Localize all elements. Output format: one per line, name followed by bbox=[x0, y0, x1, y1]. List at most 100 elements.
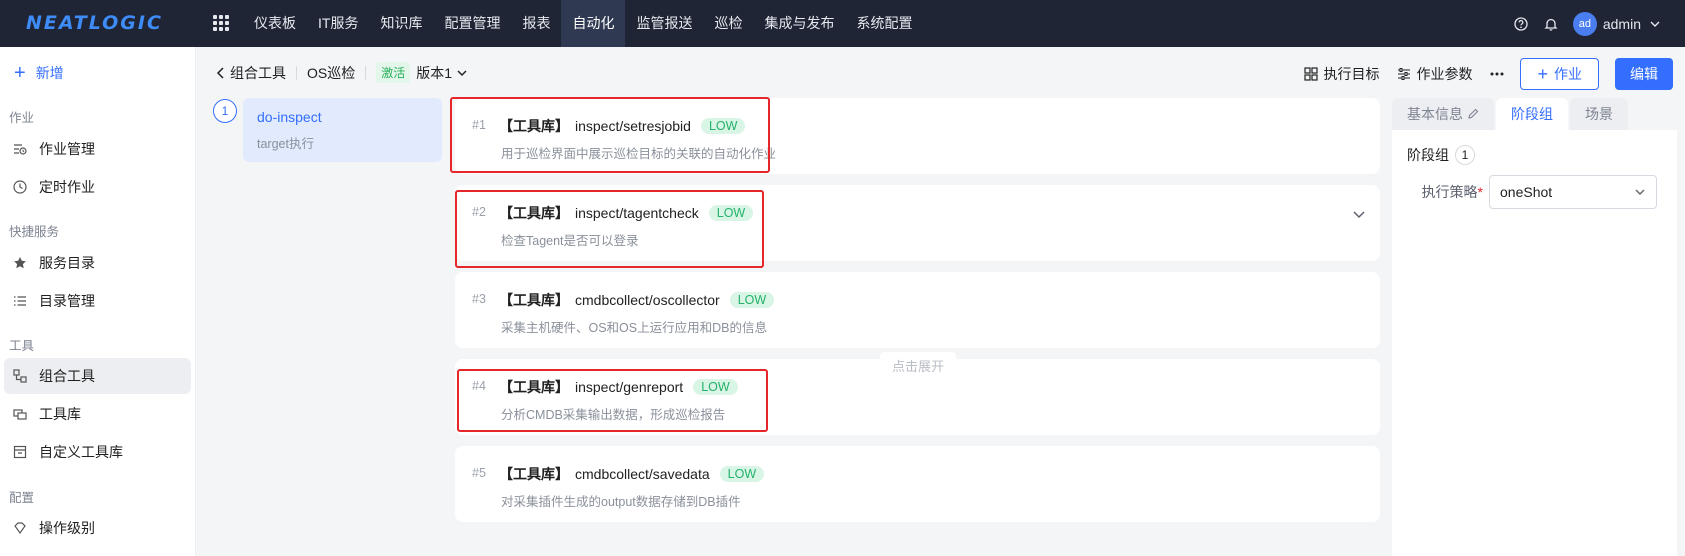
header-actions: 执行目标 作业参数 + 作业 编辑 bbox=[1304, 58, 1673, 90]
tool-library-icon bbox=[13, 409, 27, 420]
tab-basic-info[interactable]: 基本信息 bbox=[1392, 98, 1494, 130]
sidebar-group-title: 工具 bbox=[9, 339, 35, 353]
sidebar-item-label: 服务目录 bbox=[39, 255, 95, 271]
stage-group-header: 阶段组 1 bbox=[1407, 145, 1662, 165]
more-icon[interactable] bbox=[1490, 72, 1504, 76]
nav-it-service[interactable]: IT服务 bbox=[307, 0, 369, 47]
nav-inspection[interactable]: 巡检 bbox=[703, 0, 753, 47]
job-list-icon bbox=[14, 144, 27, 155]
list-icon bbox=[14, 296, 26, 306]
stage-index-badge: 1 bbox=[213, 99, 237, 123]
add-job-button[interactable]: + 作业 bbox=[1520, 58, 1599, 90]
stage-card[interactable]: do-inspect target执行 bbox=[243, 98, 442, 162]
tab-stage-group[interactable]: 阶段组 bbox=[1496, 98, 1568, 130]
step-number: #4 bbox=[472, 379, 486, 393]
sidebar-item-operation-level[interactable]: 操作级别 bbox=[4, 510, 191, 546]
nav-regulatory[interactable]: 监管报送 bbox=[625, 0, 703, 47]
nav-release[interactable]: 集成与发布 bbox=[753, 0, 845, 47]
help-icon[interactable] bbox=[1513, 16, 1529, 32]
sidebar-item-job-management[interactable]: 作业管理 bbox=[4, 131, 191, 167]
step-name: inspect/genreport bbox=[575, 379, 684, 395]
tab-scene[interactable]: 场景 bbox=[1570, 98, 1628, 130]
step-name: cmdbcollect/savedata bbox=[575, 466, 710, 482]
sidebar-item-label: 定时作业 bbox=[39, 179, 95, 195]
chevron-left-icon bbox=[216, 66, 224, 79]
nav-automation[interactable]: 自动化 bbox=[561, 0, 626, 47]
sidebar-item-label: 目录管理 bbox=[39, 293, 95, 309]
sidebar-item-combo-tool[interactable]: 组合工具 bbox=[4, 358, 191, 394]
step-title: 【工具库】 inspect/tagentcheck LOW bbox=[499, 203, 754, 223]
username[interactable]: admin bbox=[1603, 16, 1641, 32]
sidebar-item-catalog-management[interactable]: 目录管理 bbox=[4, 283, 191, 319]
step-number: #3 bbox=[472, 292, 486, 306]
chevron-down-icon bbox=[1635, 189, 1645, 195]
job-params-button[interactable]: 作业参数 bbox=[1397, 64, 1472, 84]
strategy-select[interactable]: oneShot bbox=[1489, 175, 1657, 209]
back-link[interactable]: 组合工具 bbox=[216, 63, 286, 83]
nav-system-config[interactable]: 系统配置 bbox=[845, 0, 923, 47]
risk-level-badge: LOW bbox=[719, 466, 765, 482]
apps-grid-icon[interactable] bbox=[213, 15, 229, 31]
execution-target-label: 执行目标 bbox=[1323, 66, 1380, 82]
top-right-tools: ad admin bbox=[1513, 0, 1663, 47]
brand-logo[interactable]: NEATLOGIC bbox=[26, 12, 163, 34]
divider bbox=[296, 65, 297, 80]
step-card[interactable]: #5 【工具库】 cmdbcollect/savedata LOW 对采集插件生… bbox=[455, 446, 1380, 522]
pencil-icon bbox=[1468, 108, 1479, 119]
sidebar-item-tool-library[interactable]: 工具库 bbox=[4, 396, 191, 432]
step-title: 【工具库】 inspect/genreport LOW bbox=[499, 377, 738, 397]
sidebar-item-label: 自定义工具库 bbox=[39, 444, 123, 460]
nav-report[interactable]: 报表 bbox=[511, 0, 561, 47]
risk-level-badge: LOW bbox=[693, 379, 738, 395]
risk-level-badge: LOW bbox=[708, 205, 754, 221]
panel-tabs: 基本信息 阶段组 场景 bbox=[1392, 98, 1677, 130]
nav-knowledge[interactable]: 知识库 bbox=[369, 0, 433, 47]
sidebar-item-label: 组合工具 bbox=[39, 368, 95, 384]
stage-group-label: 阶段组 bbox=[1407, 147, 1449, 163]
step-title: 【工具库】 cmdbcollect/oscollector LOW bbox=[499, 290, 775, 310]
sidebar-item-scheduled-job[interactable]: 定时作业 bbox=[4, 169, 191, 205]
new-button[interactable]: + 新增 bbox=[14, 63, 64, 83]
plus-icon: + bbox=[1537, 64, 1548, 84]
divider bbox=[365, 65, 367, 80]
version-select[interactable]: 版本1 bbox=[416, 63, 468, 83]
job-params-label: 作业参数 bbox=[1416, 66, 1473, 82]
step-number: #1 bbox=[472, 118, 486, 132]
step-card[interactable]: #2 【工具库】 inspect/tagentcheck LOW 检查Tagen… bbox=[455, 185, 1380, 261]
required-mark: * bbox=[1477, 184, 1483, 200]
tab-label: 基本信息 bbox=[1407, 106, 1463, 122]
step-library-tag: 【工具库】 bbox=[499, 292, 569, 308]
expand-hint[interactable]: 点击展开 bbox=[880, 352, 956, 382]
version-label: 版本1 bbox=[416, 64, 453, 81]
sidebar-item-custom-tool-library[interactable]: 自定义工具库 bbox=[4, 434, 191, 470]
chevron-down-icon[interactable] bbox=[1647, 16, 1663, 32]
sidebar-item-label: 操作级别 bbox=[39, 520, 95, 536]
step-card[interactable]: #3 【工具库】 cmdbcollect/oscollector LOW 采集主… bbox=[455, 272, 1380, 348]
step-name: inspect/setresjobid bbox=[575, 118, 691, 134]
clock-icon bbox=[13, 180, 27, 194]
nav-dashboard[interactable]: 仪表板 bbox=[243, 0, 307, 47]
stage-desc: target执行 bbox=[257, 137, 314, 151]
sidebar-group-title: 快捷服务 bbox=[9, 225, 60, 239]
step-library-tag: 【工具库】 bbox=[499, 379, 569, 395]
sidebar-group-title: 配置 bbox=[9, 491, 35, 505]
step-library-tag: 【工具库】 bbox=[499, 205, 569, 221]
step-number: #2 bbox=[472, 205, 486, 219]
top-bar: NEATLOGIC 仪表板 IT服务 知识库 配置管理 报表 自动化 监管报送 … bbox=[0, 0, 1685, 47]
avatar[interactable]: ad bbox=[1572, 11, 1597, 36]
back-link-label: 组合工具 bbox=[230, 64, 286, 81]
strategy-value: oneShot bbox=[1500, 184, 1553, 200]
chevron-down-icon[interactable] bbox=[1352, 207, 1366, 224]
strategy-label-text: 执行策略 bbox=[1421, 184, 1478, 200]
edit-button[interactable]: 编辑 bbox=[1615, 58, 1673, 90]
bell-icon[interactable] bbox=[1543, 16, 1559, 32]
execution-target-button[interactable]: 执行目标 bbox=[1304, 64, 1379, 84]
level-icon bbox=[14, 522, 26, 535]
strategy-label: 执行策略* bbox=[1407, 182, 1489, 202]
plus-icon: + bbox=[14, 62, 26, 84]
sidebar-item-label: 工具库 bbox=[39, 406, 81, 422]
nav-cmdb[interactable]: 配置管理 bbox=[433, 0, 511, 47]
sidebar-item-service-catalog[interactable]: 服务目录 bbox=[4, 245, 191, 281]
strategy-field: 执行策略* oneShot bbox=[1407, 175, 1662, 209]
step-card[interactable]: #1 【工具库】 inspect/setresjobid LOW 用于巡检界面中… bbox=[455, 98, 1380, 174]
